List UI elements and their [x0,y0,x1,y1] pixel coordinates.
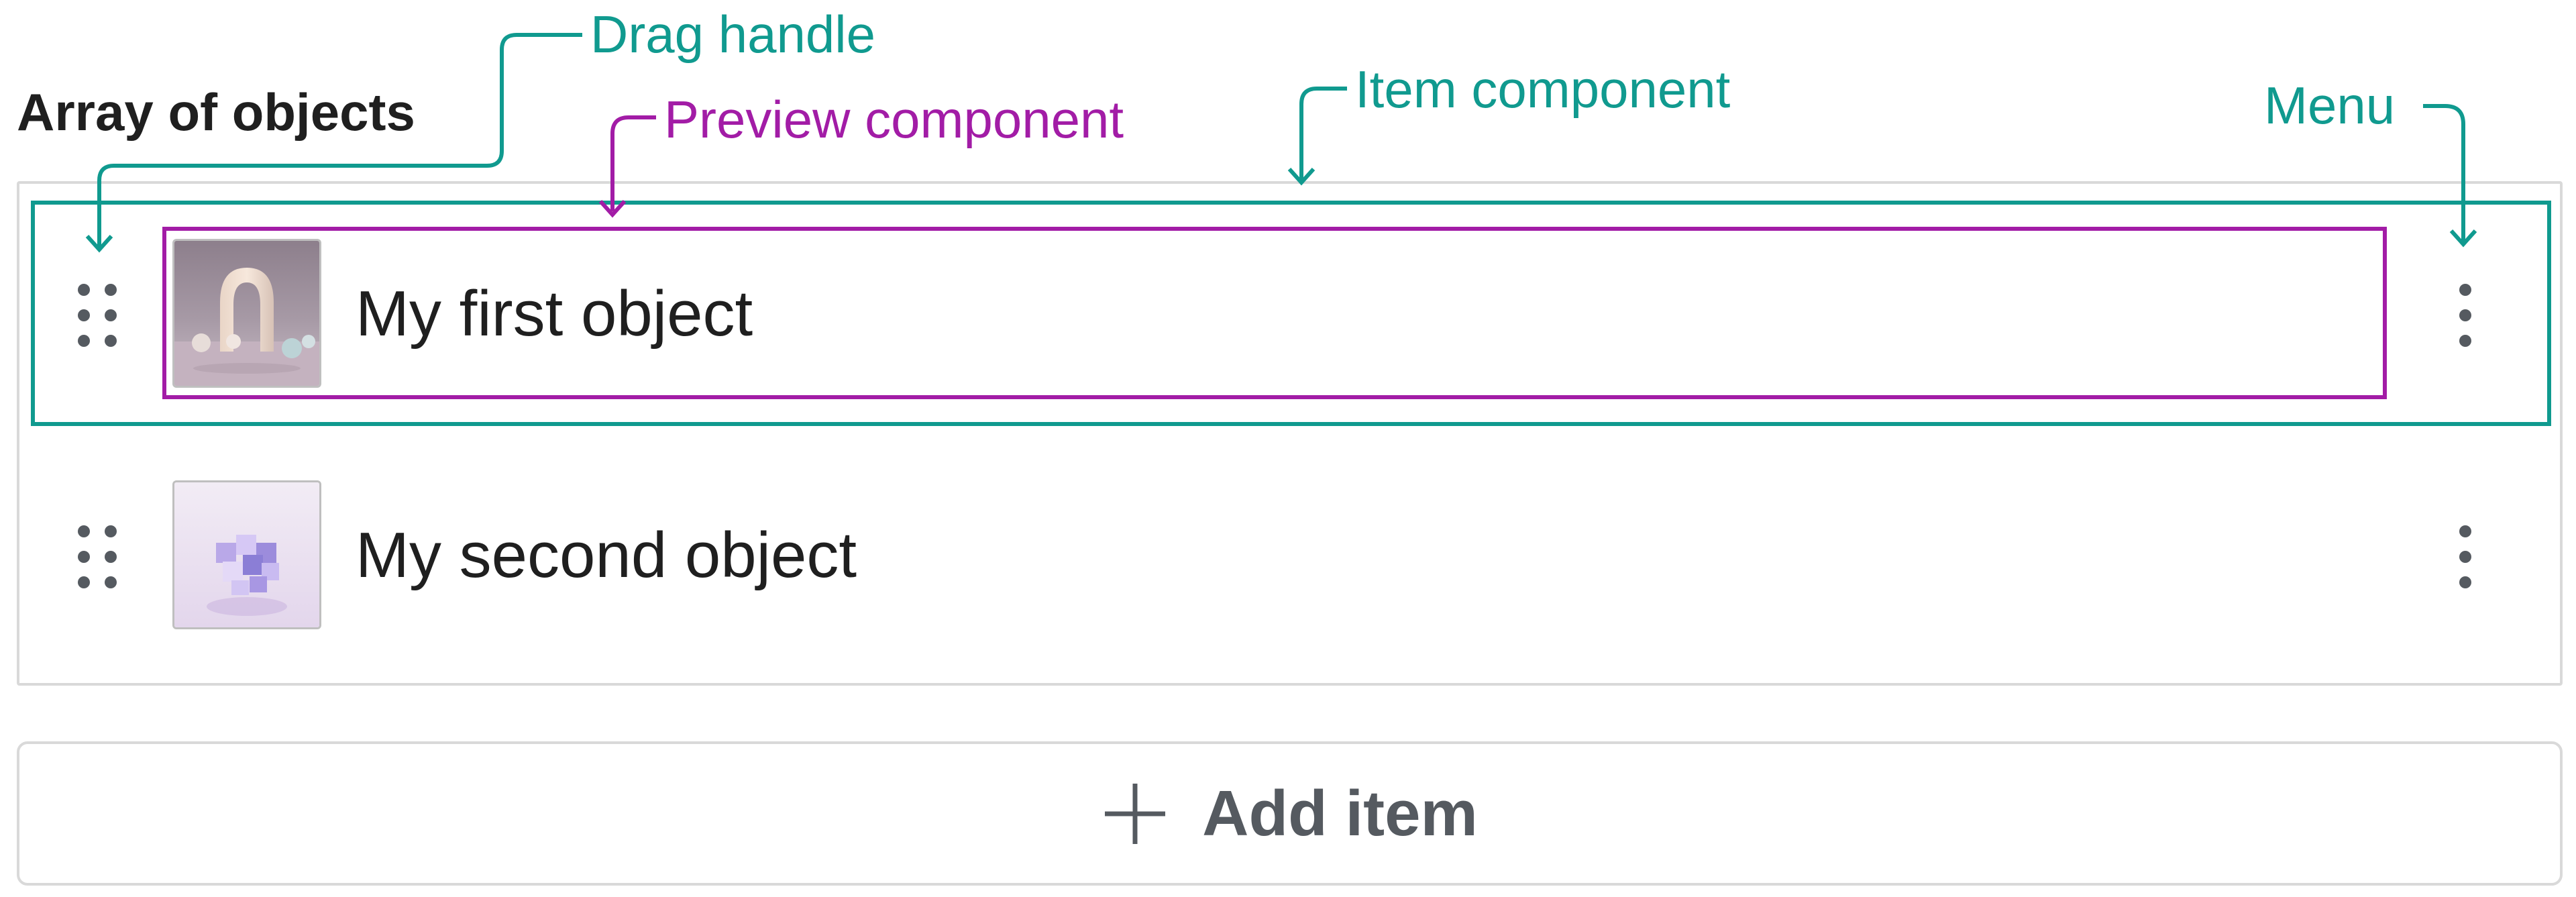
item-title: My first object [356,278,753,350]
item-component-annotation: Item component [1355,60,1731,119]
drag-handle-icon[interactable] [64,507,131,607]
cube-cluster-image [174,482,319,627]
field-title: Array of objects [17,83,415,142]
drag-handle-annotation: Drag handle [590,5,875,64]
item-component-callout-line [1299,87,1347,180]
kebab-menu-icon[interactable] [2428,265,2502,366]
item-thumbnail [172,480,321,629]
item-thumbnail [172,239,321,388]
arch-scene-image [174,241,319,386]
add-item-button[interactable]: Add item [17,741,2563,886]
plus-icon [1105,783,1166,844]
kebab-menu-icon[interactable] [2428,507,2502,607]
preview-component-annotation: Preview component [664,90,1124,149]
add-item-label: Add item [1202,777,1478,849]
menu-annotation: Menu [2264,76,2396,135]
drag-handle-icon[interactable] [64,265,131,366]
item-title: My second object [356,519,857,591]
